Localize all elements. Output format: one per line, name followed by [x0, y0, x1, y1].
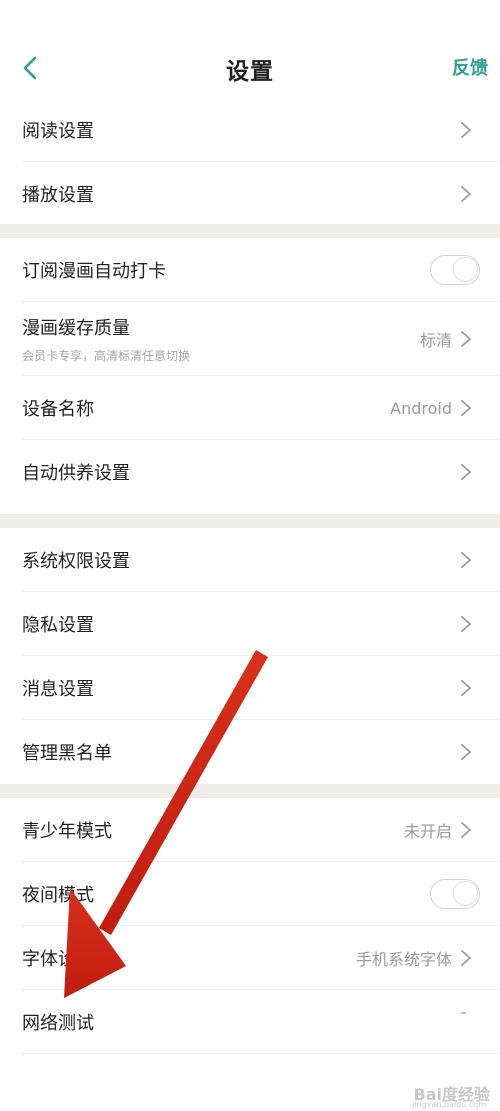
- section-gap: [0, 224, 500, 238]
- auto-checkin-toggle[interactable]: [430, 255, 480, 285]
- cache-quality-value: 标清: [419, 331, 452, 350]
- divider: [22, 1053, 500, 1054]
- row-label: 自动供养设置: [22, 463, 130, 484]
- section-comics: 订阅漫画自动打卡 漫画缓存质量 会员卡专享，高清标清任意切换 标清 设备名称 A…: [0, 238, 500, 504]
- chevron-right-icon: [461, 552, 471, 568]
- row-label: 系统权限设置: [22, 551, 130, 572]
- row-network-test[interactable]: 网络测试: [0, 990, 500, 1054]
- row-auto-feed[interactable]: 自动供养设置: [0, 440, 500, 504]
- chevron-right-icon: [461, 186, 471, 202]
- row-label: 隐私设置: [22, 615, 94, 636]
- row-label: 消息设置: [22, 679, 94, 700]
- row-message-settings[interactable]: 消息设置: [0, 656, 500, 720]
- header-bar: 设置 反馈: [0, 0, 500, 98]
- row-label: 播放设置: [22, 185, 94, 206]
- settings-page: 设置 反馈 阅读设置 播放设置 订阅漫画自动打卡 漫画缓存质量 会员卡专享，高清…: [0, 0, 500, 1111]
- row-system-permissions[interactable]: 系统权限设置: [0, 528, 500, 592]
- row-label: 字体设置: [22, 949, 94, 970]
- row-font-settings[interactable]: 字体设置 手机系统字体: [0, 926, 500, 990]
- font-settings-value: 手机系统字体: [355, 950, 452, 969]
- row-play-settings[interactable]: 播放设置: [0, 162, 500, 226]
- row-label: 管理黑名单: [22, 743, 112, 764]
- night-mode-toggle[interactable]: [430, 879, 480, 909]
- watermark-url: jingyan.baidu.com: [412, 1100, 486, 1109]
- row-youth-mode[interactable]: 青少年模式 未开启: [0, 798, 500, 862]
- chevron-right-icon: [461, 744, 471, 760]
- watermark-logo: Bai度经验 jingyan.baidu.com: [384, 1081, 494, 1109]
- chevron-right-icon: [461, 400, 471, 416]
- section-gap: [0, 514, 500, 528]
- row-label: 青少年模式: [22, 821, 112, 842]
- device-name-value: Android: [390, 398, 452, 418]
- section-reading: 阅读设置 播放设置: [0, 98, 500, 226]
- row-device-name[interactable]: 设备名称 Android: [0, 376, 500, 440]
- row-auto-checkin: 订阅漫画自动打卡: [0, 238, 500, 302]
- feedback-link[interactable]: 反馈: [452, 54, 488, 80]
- row-label: 设备名称: [22, 399, 94, 420]
- chevron-right-icon: [461, 822, 471, 838]
- row-night-mode: 夜间模式: [0, 862, 500, 926]
- row-read-settings[interactable]: 阅读设置: [0, 98, 500, 162]
- toggle-knob: [453, 881, 478, 906]
- row-label: 漫画缓存质量: [22, 318, 130, 339]
- chevron-right-icon: [461, 122, 471, 138]
- row-cache-quality[interactable]: 漫画缓存质量 会员卡专享，高清标清任意切换 标清: [0, 302, 500, 376]
- row-label: 网络测试: [22, 1013, 94, 1034]
- chevron-right-icon: [461, 331, 471, 347]
- page-title: 设置: [226, 59, 274, 85]
- chevron-right-icon: [461, 464, 471, 480]
- row-subtitle: 会员卡专享，高清标清任意切换: [22, 349, 191, 363]
- section-gap: [0, 784, 500, 798]
- row-label: 订阅漫画自动打卡: [22, 261, 166, 282]
- row-label: 阅读设置: [22, 121, 94, 142]
- youth-mode-value: 未开启: [403, 822, 452, 841]
- chevron-right-icon: [461, 680, 471, 696]
- chevron-right-icon: [461, 616, 471, 632]
- toggle-knob: [453, 257, 478, 282]
- section-display: 青少年模式 未开启 夜间模式 字体设置 手机系统字体 网络测试: [0, 798, 500, 1054]
- dash-mark: [461, 1012, 466, 1014]
- row-label: 夜间模式: [22, 885, 94, 906]
- row-privacy-settings[interactable]: 隐私设置: [0, 592, 500, 656]
- section-privacy: 系统权限设置 隐私设置 消息设置 管理黑名单: [0, 528, 500, 784]
- row-blacklist[interactable]: 管理黑名单: [0, 720, 500, 784]
- chevron-right-icon: [461, 950, 471, 966]
